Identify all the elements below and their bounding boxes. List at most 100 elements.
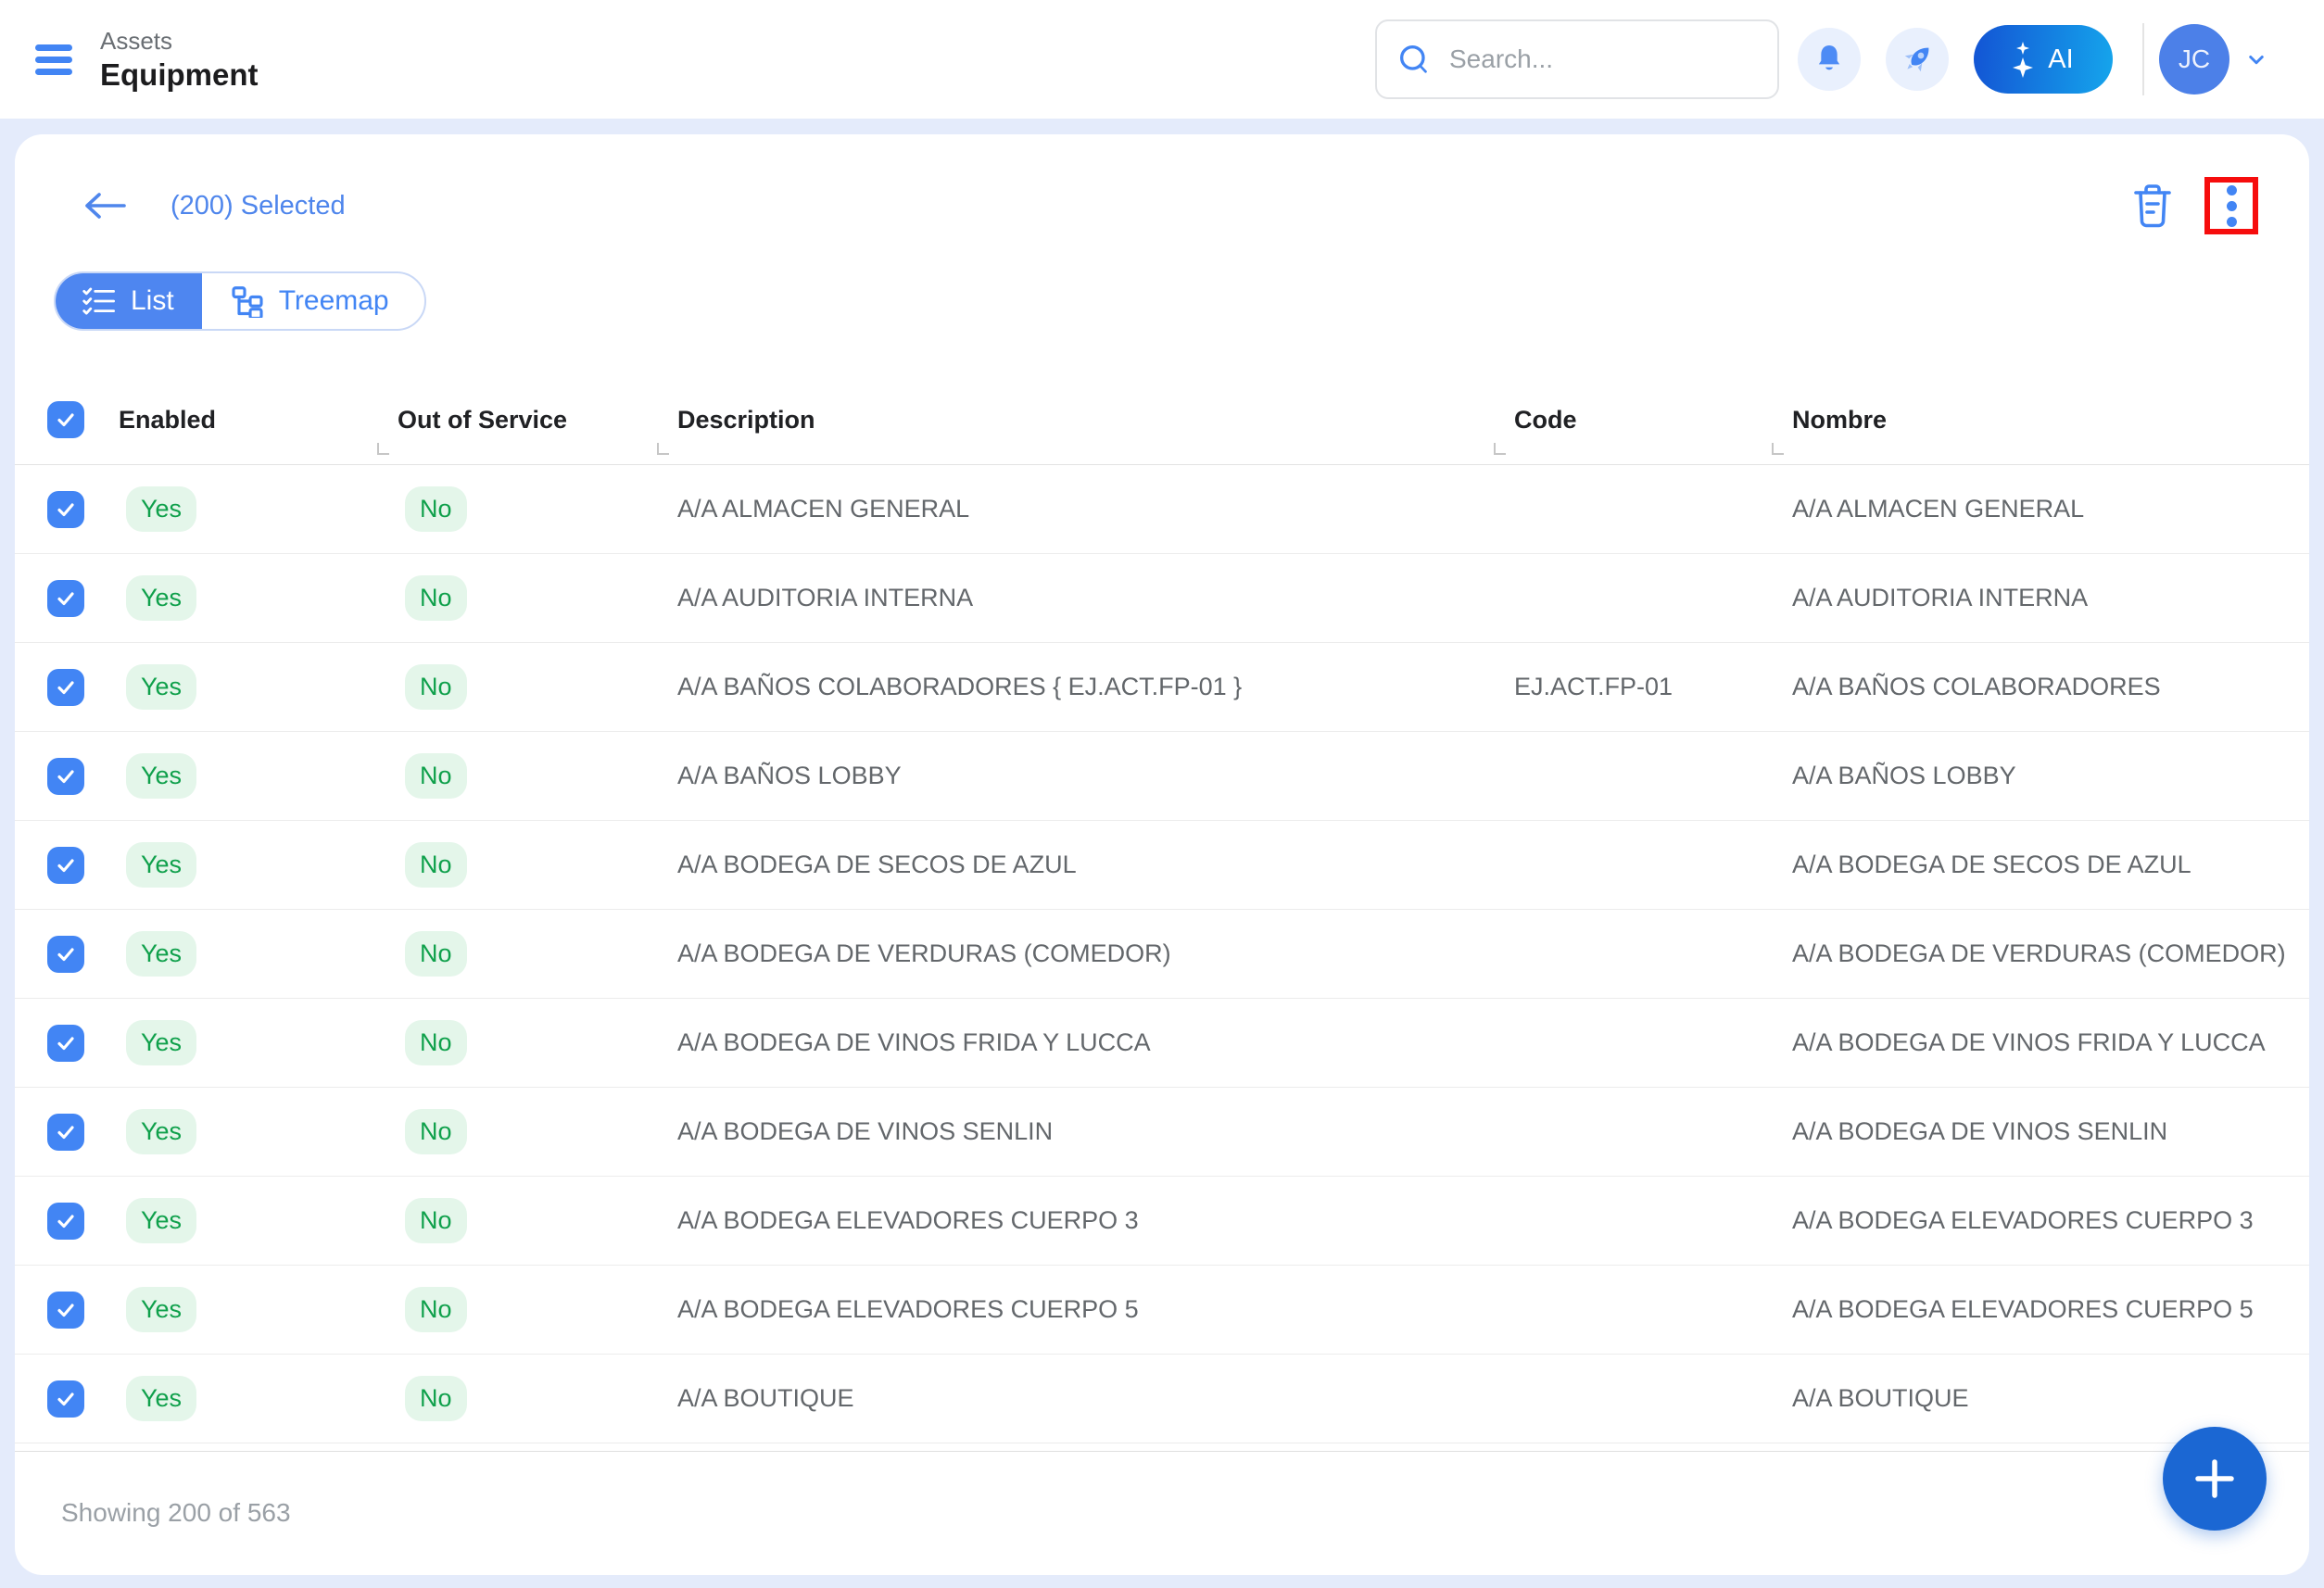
column-resize-handle[interactable] <box>377 443 389 455</box>
delete-button[interactable] <box>2130 181 2175 231</box>
out-of-service-badge: No <box>405 1020 467 1065</box>
rocket-button[interactable] <box>1886 28 1949 91</box>
row-checkbox[interactable] <box>47 847 84 884</box>
checkbox-checked-icon <box>55 765 77 788</box>
row-checkbox[interactable] <box>47 491 84 528</box>
tab-treemap-view[interactable]: Treemap <box>202 273 424 329</box>
treemap-icon <box>230 284 265 318</box>
ai-assistant-button[interactable]: AI <box>1974 25 2113 94</box>
enabled-badge: Yes <box>126 1020 196 1065</box>
highlight-box <box>2204 177 2258 234</box>
column-header-code[interactable]: Code <box>1514 375 1792 464</box>
table-row[interactable]: Yes No A/A ALMACEN GENERAL A/A ALMACEN G… <box>15 465 2309 554</box>
table-row[interactable]: Yes No A/A BODEGA DE VERDURAS (COMEDOR) … <box>15 910 2309 999</box>
row-count-summary: Showing 200 of 563 <box>61 1498 291 1527</box>
breadcrumb-parent: Assets <box>100 27 259 56</box>
row-checkbox[interactable] <box>47 1380 84 1418</box>
nombre-cell: A/A BAÑOS LOBBY <box>1792 762 2309 790</box>
checkbox-checked-icon <box>55 943 77 965</box>
description-cell: A/A BAÑOS LOBBY <box>677 762 1514 790</box>
row-checkbox[interactable] <box>47 1114 84 1151</box>
table-row[interactable]: Yes No A/A BODEGA ELEVADORES CUERPO 5 A/… <box>15 1266 2309 1355</box>
table-row[interactable]: Yes No A/A BODEGA DE VINOS SENLIN A/A BO… <box>15 1088 2309 1177</box>
row-checkbox[interactable] <box>47 1025 84 1062</box>
checkbox-checked-icon <box>55 1121 77 1143</box>
row-checkbox[interactable] <box>47 1292 84 1329</box>
out-of-service-badge: No <box>405 1198 467 1243</box>
nombre-cell: A/A BODEGA ELEVADORES CUERPO 3 <box>1792 1206 2309 1235</box>
back-button[interactable] <box>83 191 126 221</box>
tab-list-view[interactable]: List <box>56 273 202 329</box>
table-row[interactable]: Yes No A/A BODEGA ELEVADORES CUERPO 3 A/… <box>15 1177 2309 1266</box>
top-bar: Assets Equipment <box>0 0 2324 119</box>
checkbox-checked-icon <box>55 587 77 610</box>
kebab-menu-button[interactable] <box>2227 185 2237 227</box>
description-cell: A/A BODEGA DE VINOS SENLIN <box>677 1117 1514 1146</box>
checkbox-checked-icon <box>55 1210 77 1232</box>
enabled-badge: Yes <box>126 575 196 621</box>
row-checkbox[interactable] <box>47 580 84 617</box>
add-button[interactable] <box>2163 1427 2267 1531</box>
column-header-out-of-service[interactable]: Out of Service <box>398 375 677 464</box>
enabled-badge: Yes <box>126 1376 196 1421</box>
table-row[interactable]: Yes No A/A BODEGA DE VINOS FRIDA Y LUCCA… <box>15 999 2309 1088</box>
description-cell: A/A ALMACEN GENERAL <box>677 495 1514 523</box>
description-cell: A/A BAÑOS COLABORADORES { EJ.ACT.FP-01 } <box>677 673 1514 701</box>
nombre-cell: A/A BOUTIQUE <box>1792 1384 2309 1413</box>
description-cell: A/A BODEGA DE SECOS DE AZUL <box>677 851 1514 879</box>
table-row[interactable]: Yes No A/A BOUTIQUE A/A BOUTIQUE <box>15 1355 2309 1443</box>
out-of-service-badge: No <box>405 575 467 621</box>
description-cell: A/A BODEGA ELEVADORES CUERPO 3 <box>677 1206 1514 1235</box>
search-input[interactable] <box>1449 44 1759 74</box>
select-all-checkbox[interactable] <box>47 401 84 438</box>
treemap-tab-label: Treemap <box>279 285 389 317</box>
list-tab-label: List <box>131 285 174 317</box>
checkbox-checked-icon <box>55 854 77 876</box>
row-checkbox[interactable] <box>47 1203 84 1240</box>
table-row[interactable]: Yes No A/A BAÑOS LOBBY A/A BAÑOS LOBBY <box>15 732 2309 821</box>
enabled-badge: Yes <box>126 1198 196 1243</box>
row-checkbox[interactable] <box>47 758 84 795</box>
table-row[interactable]: Yes No A/A BAÑOS COLABORADORES { EJ.ACT.… <box>15 643 2309 732</box>
avatar[interactable]: JC <box>2159 24 2229 95</box>
column-resize-handle[interactable] <box>657 443 669 455</box>
checkbox-checked-icon <box>55 498 77 521</box>
selection-bar: (200) Selected <box>15 134 2309 234</box>
view-toggle: List Treemap <box>54 271 426 331</box>
column-resize-handle[interactable] <box>1772 443 1784 455</box>
header-divider <box>2142 23 2144 95</box>
checkbox-checked-icon <box>55 676 77 699</box>
table-header: Enabled Out of Service Description Code … <box>15 375 2309 465</box>
rocket-icon <box>1899 41 1936 78</box>
column-header-description[interactable]: Description <box>677 375 1514 464</box>
selected-count-label: (200) Selected <box>171 191 346 221</box>
description-cell: A/A BOUTIQUE <box>677 1384 1514 1413</box>
search-box[interactable] <box>1375 19 1779 99</box>
enabled-badge: Yes <box>126 1287 196 1332</box>
notifications-button[interactable] <box>1798 28 1861 91</box>
checkbox-checked-icon <box>55 409 77 431</box>
sparkle-icon <box>2013 42 2033 78</box>
nombre-cell: A/A BODEGA ELEVADORES CUERPO 5 <box>1792 1295 2309 1324</box>
nombre-cell: A/A BODEGA DE VINOS SENLIN <box>1792 1117 2309 1146</box>
table-row[interactable]: Yes No A/A BODEGA DE SECOS DE AZUL A/A B… <box>15 821 2309 910</box>
hamburger-menu-icon[interactable] <box>35 44 72 75</box>
nombre-cell: A/A ALMACEN GENERAL <box>1792 495 2309 523</box>
enabled-badge: Yes <box>126 486 196 532</box>
bell-icon <box>1811 41 1848 78</box>
row-checkbox[interactable] <box>47 936 84 973</box>
description-cell: A/A BODEGA DE VERDURAS (COMEDOR) <box>677 939 1514 968</box>
enabled-badge: Yes <box>126 842 196 888</box>
column-resize-handle[interactable] <box>1494 443 1506 455</box>
column-header-enabled[interactable]: Enabled <box>119 375 398 464</box>
column-header-nombre[interactable]: Nombre <box>1792 375 2309 464</box>
table-row[interactable]: Yes No A/A AUDITORIA INTERNA A/A AUDITOR… <box>15 554 2309 643</box>
trash-icon <box>2130 181 2175 231</box>
checklist-icon <box>82 285 117 317</box>
content-card: (200) Selected List <box>15 134 2309 1575</box>
row-checkbox[interactable] <box>47 669 84 706</box>
chevron-down-icon[interactable] <box>2242 45 2270 73</box>
enabled-badge: Yes <box>126 1109 196 1154</box>
description-cell: A/A AUDITORIA INTERNA <box>677 584 1514 612</box>
out-of-service-badge: No <box>405 486 467 532</box>
